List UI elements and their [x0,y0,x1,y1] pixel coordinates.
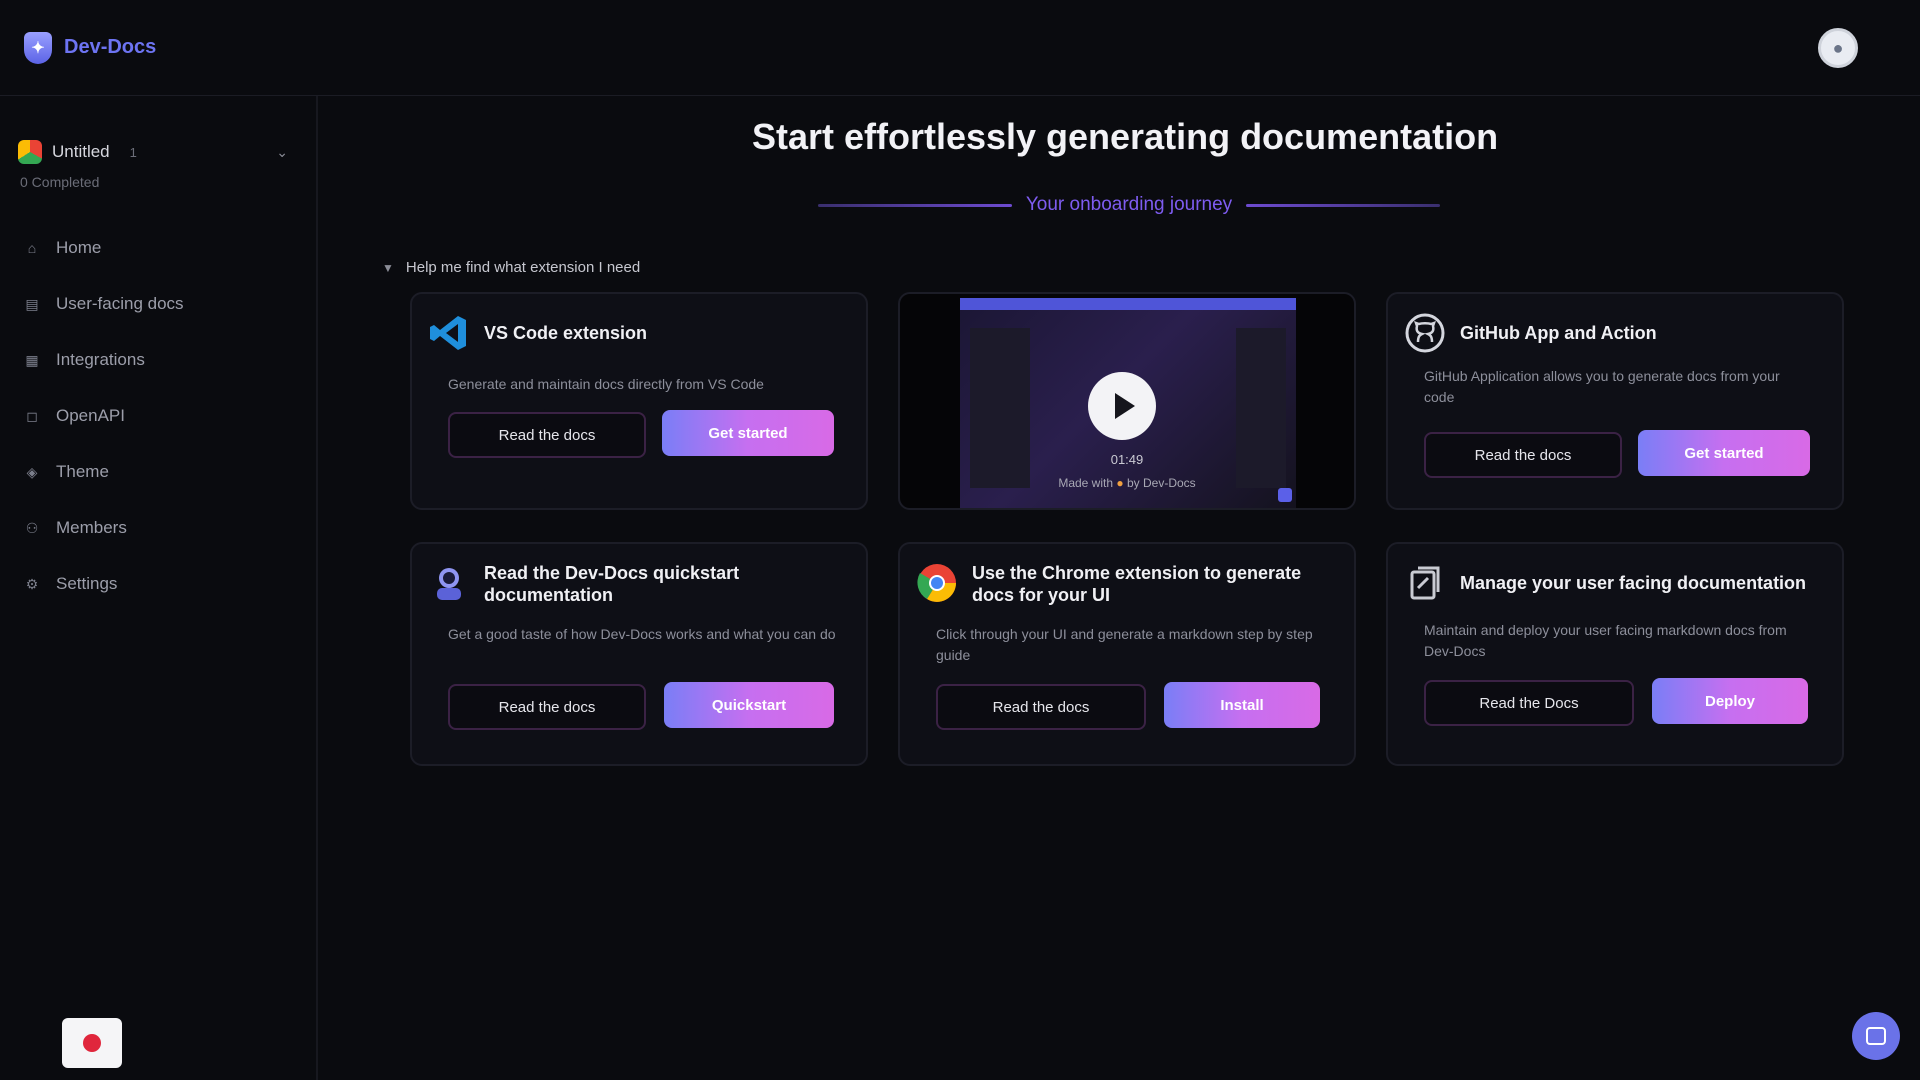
sidebar-nav: ⌂ Home ▤ User-facing docs ▦ Integrations… [24,220,294,612]
quickstart-button[interactable]: Quickstart [664,682,834,728]
card-description: Maintain and deploy your user facing mar… [1424,622,1787,659]
read-docs-button[interactable]: Read the docs [936,684,1146,730]
sidebar-item-label: Members [56,518,127,537]
document-icon: ▤ [25,295,39,312]
sidebar-item-home[interactable]: ⌂ Home [24,220,294,276]
journey-label: Your onboarding journey [1025,194,1233,215]
read-docs-button[interactable]: Read the docs [448,684,646,730]
install-button[interactable]: Install [1164,682,1320,728]
chevron-down-icon: ▼ [382,260,394,275]
workspace-avatar [18,140,42,164]
chat-launcher-button[interactable] [1852,1012,1900,1060]
workspace-name: Untitled [52,142,110,161]
sidebar-item-theme[interactable]: ◈ Theme [24,444,294,500]
integrations-icon: ▦ [25,351,39,368]
read-docs-button[interactable]: Read the docs [448,412,646,458]
onboarding-journey-divider: Your onboarding journey [818,190,1441,220]
card-title: Read the Dev-Docs quickstart documentati… [484,563,740,605]
get-started-button[interactable]: Get started [1638,430,1810,476]
workspace-switcher[interactable]: Untitled 1 ⌄ 0 Completed [18,140,288,190]
record-button[interactable] [62,1018,122,1068]
vscode-icon [428,312,470,354]
sidebar-item-settings[interactable]: ⚙ Settings [24,556,294,612]
card-title: VS Code extension [484,323,648,343]
sidebar-item-label: Theme [56,462,109,481]
github-app-card: GitHub App and Action GitHub Application… [1386,292,1844,510]
video-caption-prefix: Made with [1058,476,1114,490]
play-button[interactable] [1088,372,1156,440]
sidebar-item-members[interactable]: ⚇ Members [24,500,294,556]
main-content: Start effortlessly generating documentat… [320,96,1920,1080]
quickstart-card: Read the Dev-Docs quickstart documentati… [410,542,868,766]
profile-avatar[interactable]: ● [1818,28,1858,68]
help-toggle[interactable]: ▼ Help me find what extension I need [382,259,640,276]
video-brand-icon [1278,488,1292,502]
sidebar-item-openapi[interactable]: ◻ OpenAPI [24,388,294,444]
play-icon [1115,393,1135,419]
card-title: Use the Chrome extension to generate doc… [972,563,1302,605]
demo-video-card: 01:49 Made with ● by Dev-Docs [898,292,1356,510]
gear-icon: ⚙ [25,575,39,592]
chrome-icon [916,562,958,604]
sidebar-item-label: Settings [56,574,118,593]
video-duration: 01:49 [1110,452,1144,467]
brand-name: Dev-Docs [64,36,157,58]
card-description: Get a good taste of how Dev-Docs works a… [448,626,836,642]
home-icon: ⌂ [27,240,37,256]
chat-icon [1866,1027,1886,1045]
page-title: Start effortlessly generating documentat… [751,116,1499,157]
github-icon [1404,312,1446,354]
top-bar: ✦ Dev-Docs [0,0,1920,96]
user-icon: ● [1832,37,1844,58]
sidebar-item-integrations[interactable]: ▦ Integrations [24,332,294,388]
astronaut-icon [428,562,470,604]
heart-icon: ● [1116,476,1124,490]
record-icon [83,1034,101,1052]
deploy-button[interactable]: Deploy [1652,678,1808,724]
chevron-down-icon[interactable]: ⌄ [276,144,288,161]
video-caption-suffix: by Dev-Docs [1126,476,1196,490]
manage-docs-card: Manage your user facing documentation Ma… [1386,542,1844,766]
divider-line [818,203,1012,207]
card-description: GitHub Application allows you to generat… [1424,368,1780,405]
get-started-button[interactable]: Get started [662,410,834,456]
read-docs-button[interactable]: Read the docs [1424,432,1622,478]
sidebar-item-label: User-facing docs [56,294,184,313]
divider-line [1246,203,1441,207]
document-icon [1404,562,1446,604]
sidebar-item-user-facing-docs[interactable]: ▤ User-facing docs [24,276,294,332]
sidebar: Untitled 1 ⌄ 0 Completed ⌂ Home ▤ User-f… [0,96,318,1080]
brand[interactable]: ✦ Dev-Docs [24,31,157,64]
shield-logo-icon: ✦ [24,31,52,64]
workspace-switch-count: 1 [129,144,137,160]
sidebar-item-label: Home [56,238,102,257]
sidebar-item-label: OpenAPI [56,406,125,425]
members-icon: ⚇ [25,519,39,536]
workspace-subtitle: 0 Completed [20,174,100,190]
card-description: Click through your UI and generate a mar… [936,626,1313,663]
card-title: Manage your user facing documentation [1460,573,1807,593]
video-thumbnail-topbar [960,298,1296,310]
sidebar-item-label: Integrations [56,350,145,369]
help-toggle-label: Help me find what extension I need [405,259,641,276]
palette-icon: ◈ [26,463,38,480]
chrome-extension-card: Use the Chrome extension to generate doc… [898,542,1356,766]
vscode-extension-card: VS Code extension Generate and maintain … [410,292,868,510]
card-title: GitHub App and Action [1460,323,1657,343]
read-docs-button[interactable]: Read the Docs [1424,680,1634,726]
api-icon: ◻ [26,407,38,424]
card-description: Generate and maintain docs directly from… [448,376,764,392]
